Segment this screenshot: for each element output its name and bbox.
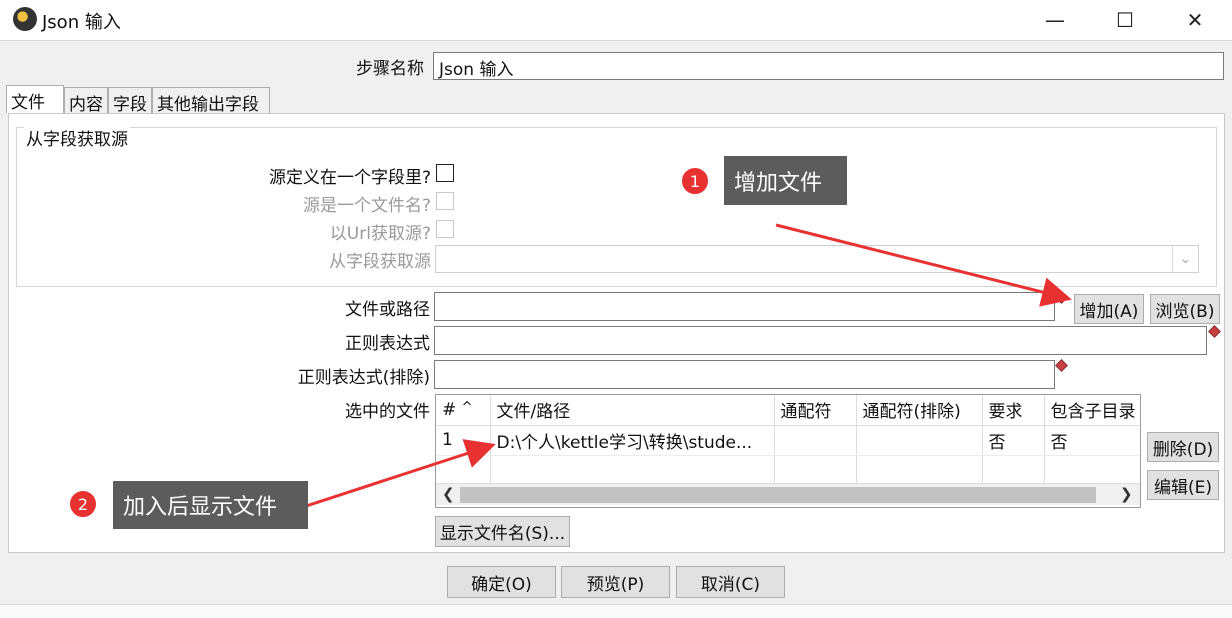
- arrow-to-file-row: [299, 439, 496, 510]
- annotation-badge-1: 1: [680, 166, 710, 196]
- annotation-badge-2: 2: [68, 489, 98, 519]
- annotation-label-2: 加入后显示文件: [113, 481, 308, 529]
- arrow-to-add-button: [775, 223, 1072, 307]
- annotation-label-1: 增加文件: [724, 156, 847, 205]
